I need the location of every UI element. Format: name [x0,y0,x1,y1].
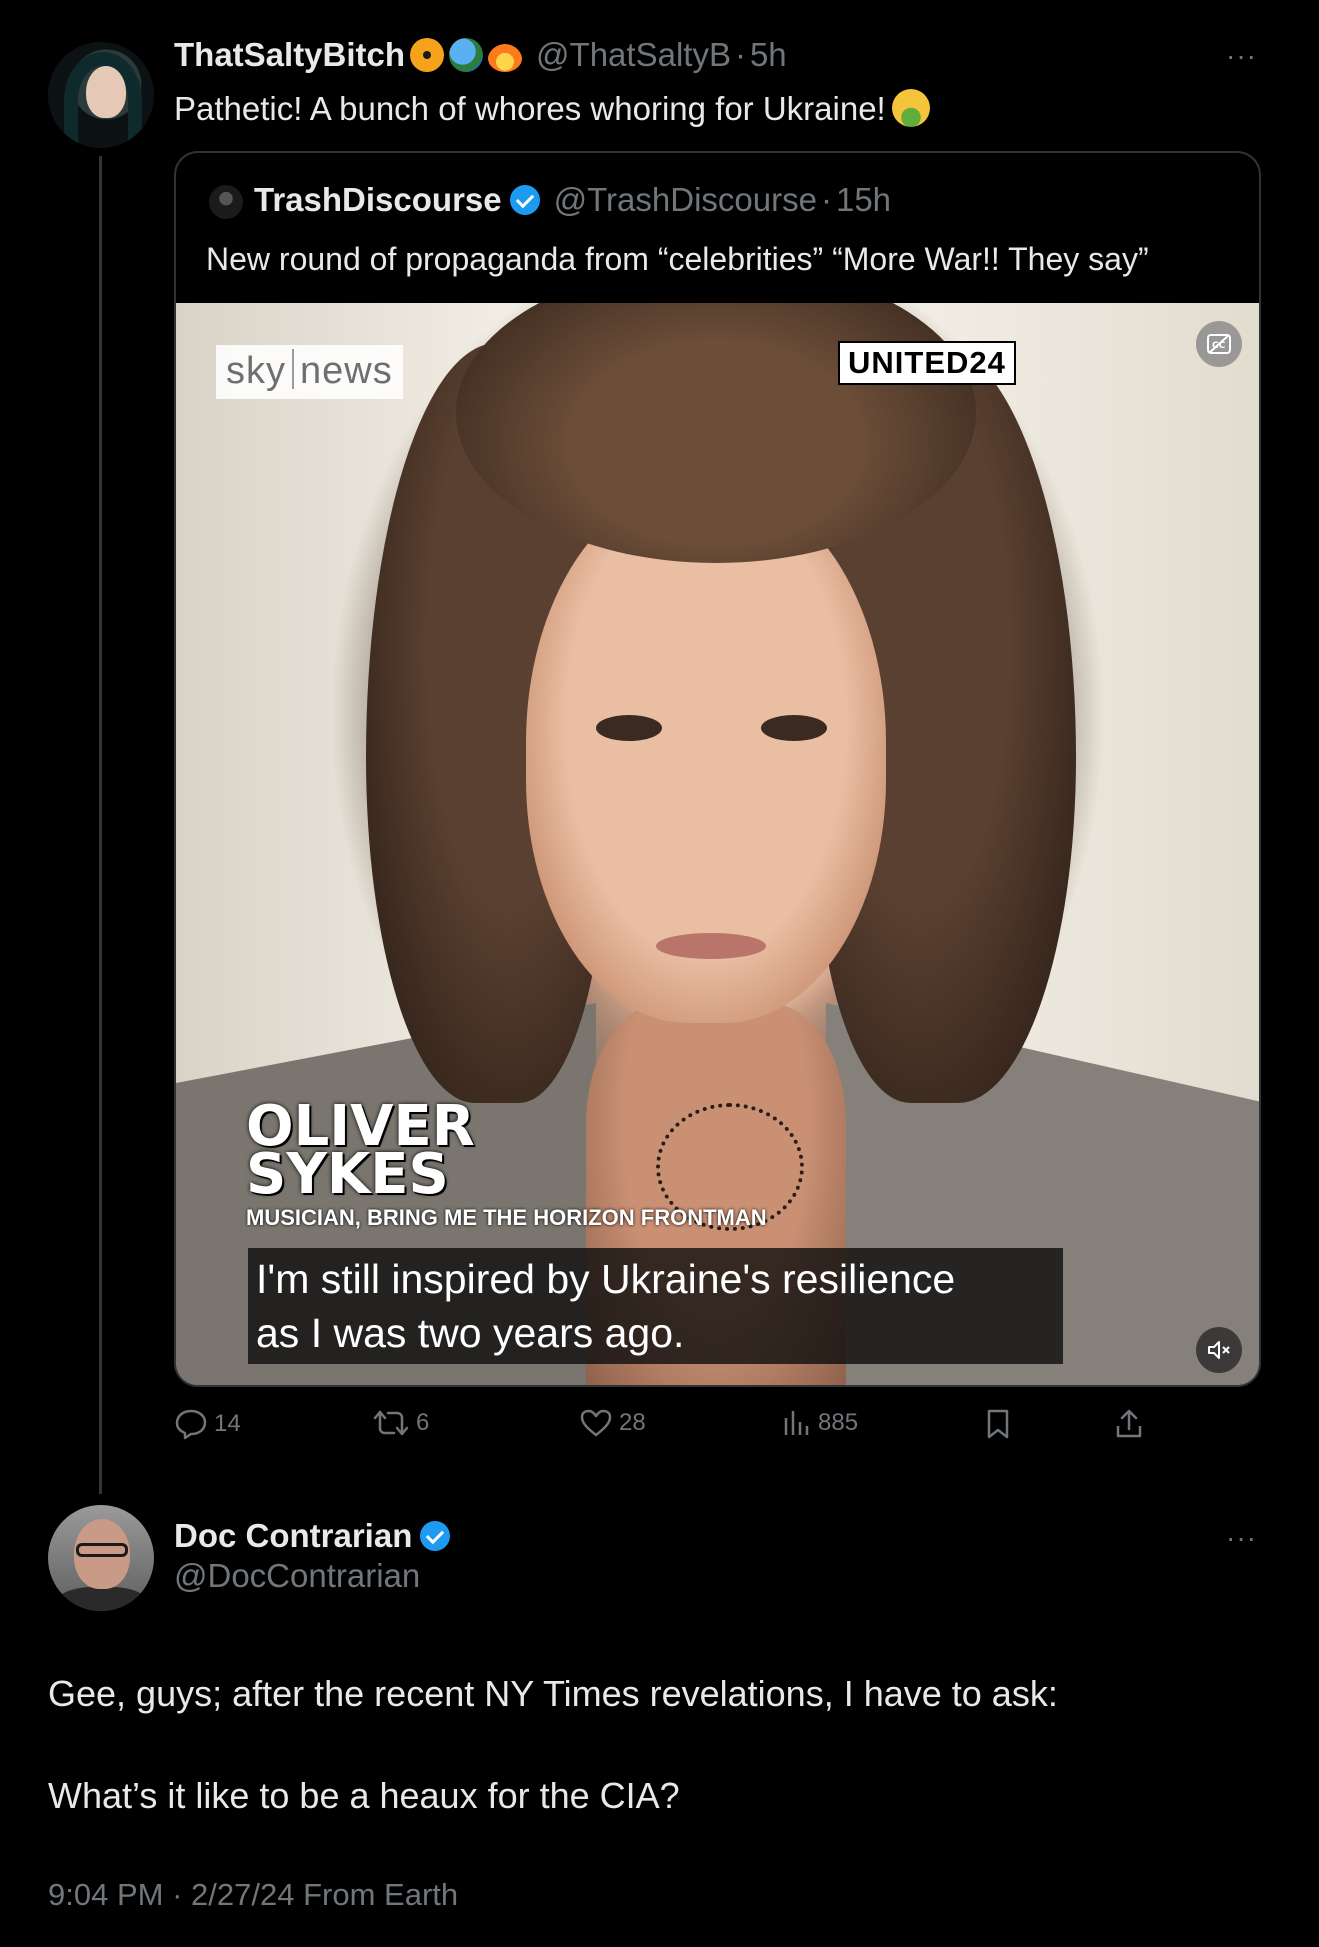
like-button[interactable]: 28 [579,1408,646,1438]
heart-icon [580,1409,612,1437]
mute-button[interactable] [1196,1327,1242,1373]
repost-icon [373,1410,409,1436]
tweet-metadata: 9:04 PM · 2/27/24 From Earth [48,1877,458,1913]
lower-third-name: OLIVER SYKES [246,1094,475,1207]
post-source: From Earth [303,1877,459,1912]
avatar-glasses [76,1543,128,1557]
muted-speaker-icon [1208,1341,1230,1359]
avatar-face [86,66,126,118]
reply-handle[interactable]: @DocContrarian [174,1557,420,1595]
repost-count: 6 [416,1409,430,1436]
more-options-icon[interactable]: ··· [1226,40,1257,72]
tweet-text-content: Pathetic! A bunch of whores whoring for … [174,90,886,127]
post-time[interactable]: 9:04 PM [48,1877,163,1912]
reply-text-line: What’s it like to be a heaux for the CIA… [48,1775,680,1816]
reply-icon [175,1409,207,1440]
quoted-tweet-card[interactable]: TrashDiscourse @TrashDiscourse · 15h New… [174,151,1261,1387]
video-frame-shape [656,933,766,959]
video-frame-shape [761,715,827,741]
tweet-text: Pathetic! A bunch of whores whoring for … [174,89,930,128]
lower-third-role: MUSICIAN, BRING ME THE HORIZON FRONTMAN [246,1205,767,1230]
quoted-tweet-text: New round of propaganda from “celebritie… [206,241,1149,277]
captions-button[interactable]: CC [1196,321,1242,367]
post-date[interactable]: 2/27/24 [191,1877,294,1912]
repost-button[interactable]: 6 [372,1408,429,1438]
avatar[interactable] [48,42,154,148]
video-frame-shape [596,715,662,741]
bookmark-icon [987,1409,1009,1439]
bookmark-button[interactable] [984,1408,1018,1440]
verified-badge-icon [420,1521,451,1551]
separator: · [734,36,746,73]
reply-count: 14 [214,1410,241,1437]
share-button[interactable] [1114,1408,1150,1440]
tweet-header: ThatSaltyBitch @ThatSaltyB · 5h [174,36,787,74]
logo-divider [292,349,294,389]
avatar-suit [56,1587,148,1611]
display-name[interactable]: ThatSaltyBitch [174,36,405,74]
quoted-timestamp[interactable]: 15h [836,181,891,219]
views-button[interactable]: 885 [782,1408,858,1438]
video-subtitle: I'm still inspired by Ukraine's resilien… [248,1248,1063,1364]
reply-avatar[interactable] [48,1505,154,1611]
verified-badge-icon [509,185,540,215]
united24-logo: UNITED24 [838,341,1016,385]
reply-display-name[interactable]: Doc Contrarian [174,1517,412,1555]
separator: · [820,181,832,218]
timestamp[interactable]: 5h [750,36,787,74]
quoted-display-name[interactable]: TrashDiscourse [254,181,502,219]
like-count: 28 [619,1409,646,1436]
more-options-icon[interactable]: ··· [1226,1522,1257,1554]
globe-icon [449,38,484,72]
separator: · [172,1877,183,1912]
views-count: 885 [818,1409,859,1436]
views-chart-icon [784,1411,809,1435]
share-icon [1116,1409,1142,1438]
captions-off-icon: CC [1207,334,1231,354]
thread-line [99,156,102,1494]
reply-tweet-header: Doc Contrarian [174,1517,451,1555]
subtitle-line: as I was two years ago. [256,1310,685,1356]
reply-text-line: Gee, guys; after the recent NY Times rev… [48,1673,1058,1714]
fire-icon [488,38,523,72]
video-player[interactable]: sky news UNITED24 CC OLIVER SYKES MUSICIA… [176,303,1259,1385]
nauseated-face-icon [891,89,930,127]
news-logo-text: news [300,350,393,392]
sky-logo-text: sky [226,350,286,392]
sky-news-logo: sky news [216,345,403,399]
quoted-avatar[interactable] [209,185,243,219]
quoted-handle[interactable]: @TrashDiscourse [554,181,817,219]
radioactive-icon [410,38,445,72]
handle[interactable]: @ThatSaltyB [536,36,731,74]
subtitle-line: I'm still inspired by Ukraine's resilien… [256,1256,956,1302]
reply-button[interactable]: 14 [174,1408,241,1440]
quoted-tweet-header: TrashDiscourse @TrashDiscourse · 15h [254,181,891,219]
